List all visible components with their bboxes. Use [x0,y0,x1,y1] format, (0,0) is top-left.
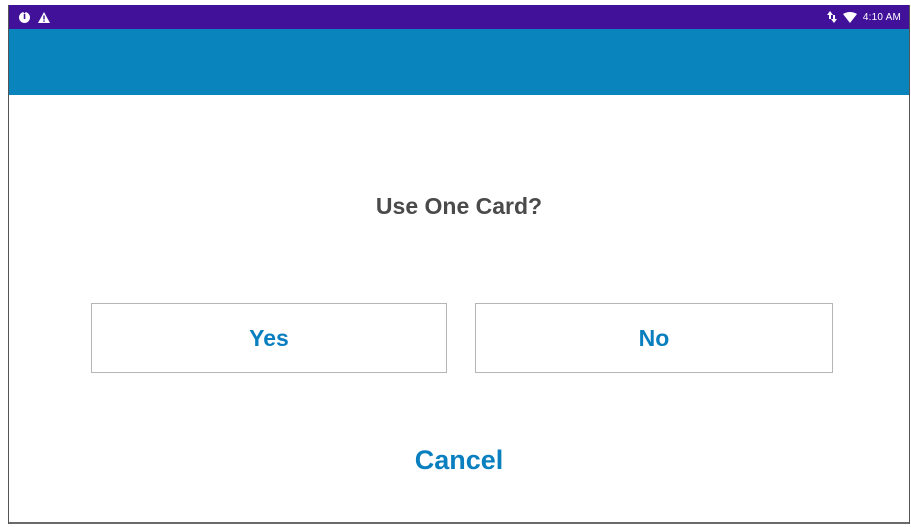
device-screen: i 4:10 AM Use One Card? Yes No Cancel [8,5,910,524]
cancel-button[interactable]: Cancel [9,445,909,476]
wifi-icon [842,11,857,23]
no-button-label: No [638,324,670,351]
yes-button[interactable]: Yes [91,303,447,373]
status-left-icons: i [19,11,50,23]
cancel-button-label: Cancel [414,445,504,475]
status-time: 4:10 AM [862,11,901,23]
dialog-content: Use One Card? Yes No Cancel [9,95,909,524]
info-icon: i [19,11,30,23]
no-button[interactable]: No [475,303,833,373]
app-bar [9,29,909,95]
status-right-icons: 4:10 AM [826,11,901,23]
yes-button-label: Yes [249,324,289,351]
signal-icon [826,11,837,23]
status-bar: i 4:10 AM [9,5,909,29]
bottom-divider [9,522,909,524]
dialog-question: Use One Card? [375,193,543,219]
warning-icon [38,11,50,23]
